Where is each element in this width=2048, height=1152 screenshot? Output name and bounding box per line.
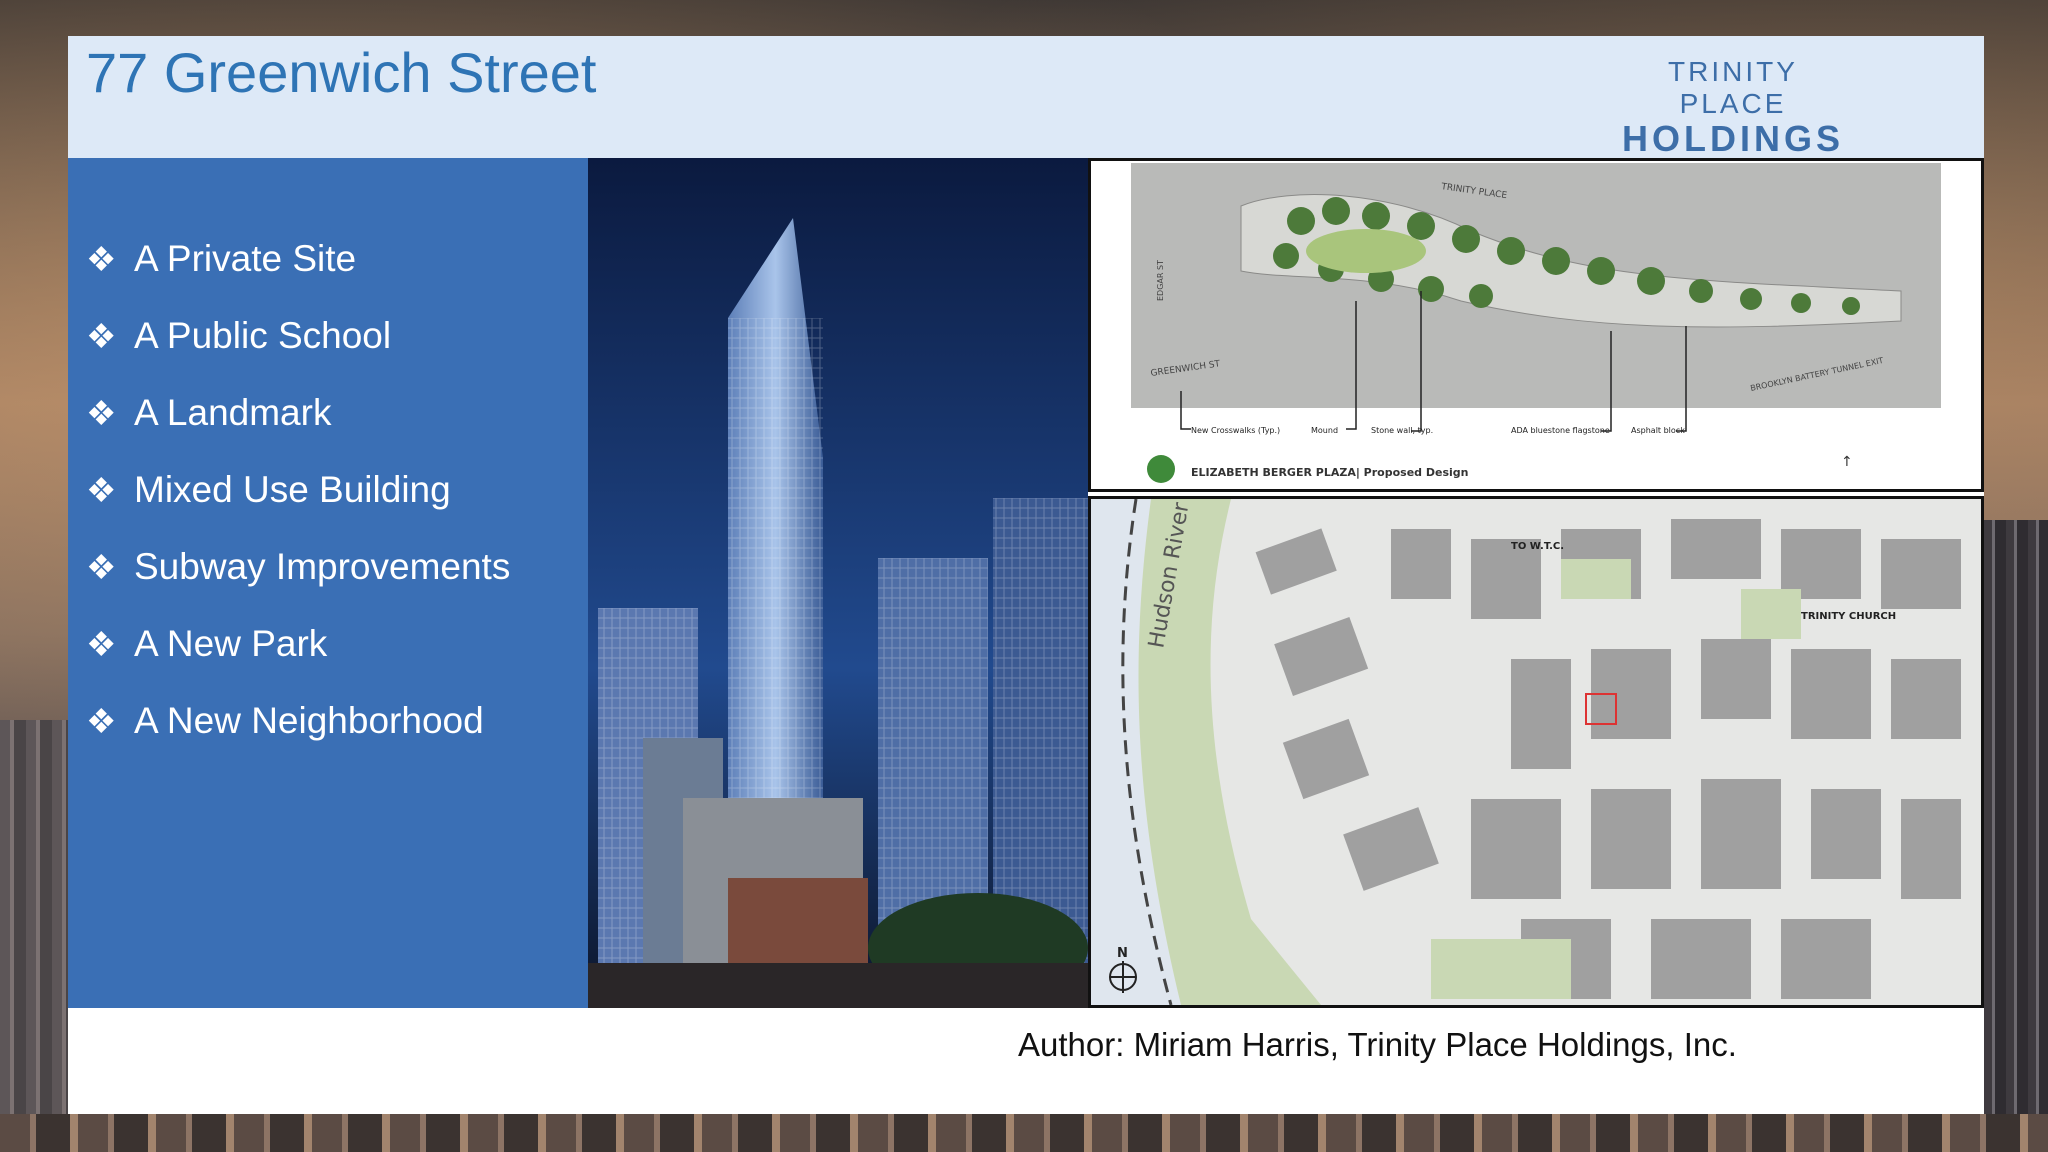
compass-label: N — [1117, 946, 1128, 961]
diamond-bullet-icon: ❖ — [86, 395, 117, 433]
nyc-parks-leaf-icon — [1147, 455, 1175, 483]
diamond-bullet-icon: ❖ — [86, 626, 117, 664]
bullet-item: ❖ A Landmark — [86, 392, 510, 469]
callout-label: Mound — [1311, 426, 1338, 435]
diamond-bullet-icon: ❖ — [86, 703, 117, 741]
bullet-item: ❖ Subway Improvements — [86, 546, 510, 623]
bullet-text: A Private Site — [134, 238, 357, 279]
bullet-list: ❖ A Private Site ❖ A Public School ❖ A Land… — [86, 238, 510, 777]
map-label: TO W.T.C. — [1511, 541, 1564, 552]
bullet-text: Subway Improvements — [134, 546, 511, 587]
callout-label: Stone wall, typ. — [1371, 426, 1433, 435]
neighborhood-map-image: Hudson River TO W.T.C. TRINITY CHURCH N — [1088, 496, 1984, 1008]
bullet-text: A Public School — [134, 315, 392, 356]
background-skyline-bottom — [0, 1114, 2048, 1152]
bullet-item: ❖ A Public School — [86, 315, 510, 392]
plaza-caption: ELIZABETH BERGER PLAZA| Proposed Design — [1191, 466, 1468, 479]
north-arrow-icon: ↑ — [1841, 454, 1853, 470]
callout-label: Asphalt block — [1631, 426, 1685, 435]
logo-line-2: HOLDINGS — [1621, 118, 1844, 159]
diamond-bullet-icon: ❖ — [86, 549, 117, 587]
author-credit: Author: Miriam Harris, Trinity Place Hol… — [1018, 1026, 1737, 1063]
callout-label: ADA bluestone flagstone — [1511, 426, 1610, 435]
map-label: TRINITY CHURCH — [1801, 611, 1896, 622]
plaza-plan-image: TRINITY PLACE GREENWICH ST EDGAR ST BROO… — [1088, 158, 1984, 492]
diamond-bullet-icon: ❖ — [86, 241, 117, 279]
bullet-text: A New Park — [134, 623, 328, 664]
background-skyline-right — [1984, 520, 2048, 1152]
background-skyline-left — [0, 720, 68, 1152]
bullet-text: A Landmark — [134, 392, 332, 433]
diamond-bullet-icon: ❖ — [86, 472, 117, 510]
slide-title: 77 Greenwich Street — [86, 41, 597, 104]
bullet-panel: ❖ A Private Site ❖ A Public School ❖ A Land… — [68, 158, 588, 1008]
bullet-item: ❖ A New Neighborhood — [86, 700, 510, 777]
street-label: EDGAR ST — [1156, 260, 1165, 301]
logo-line-1: TRINITY PLACE — [1668, 56, 1798, 119]
bullet-item: ❖ A New Park — [86, 623, 510, 700]
bullet-item: ❖ A Private Site — [86, 238, 510, 315]
slide-header: 77 Greenwich Street TRINITY PLACE HOLDIN… — [68, 36, 1984, 160]
callout-label: New Crosswalks (Typ.) — [1191, 426, 1280, 435]
company-logo: TRINITY PLACE HOLDINGS — [1613, 56, 1853, 160]
bullet-text: A New Neighborhood — [134, 700, 484, 741]
bullet-item: ❖ Mixed Use Building — [86, 469, 510, 546]
slide: 77 Greenwich Street TRINITY PLACE HOLDIN… — [68, 36, 1984, 1114]
bullet-text: Mixed Use Building — [134, 469, 451, 510]
diamond-bullet-icon: ❖ — [86, 318, 117, 356]
tower-rendering-image — [588, 158, 1088, 1008]
